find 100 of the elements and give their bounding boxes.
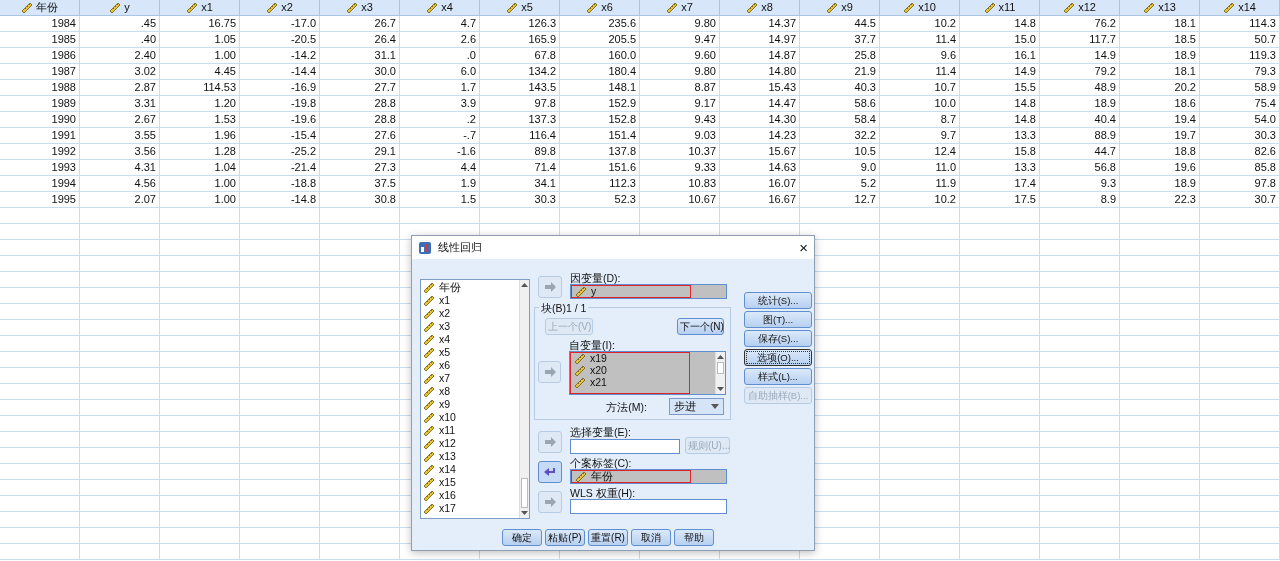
table-cell: -19.8 xyxy=(290,96,316,111)
column-header[interactable]: x2 xyxy=(240,0,320,16)
dialog-button[interactable]: 重置(R) xyxy=(588,529,628,546)
variable-field[interactable] xyxy=(570,499,727,514)
column-header[interactable]: x14 xyxy=(1200,0,1280,16)
table-cell: 1.05 xyxy=(214,32,236,47)
table-cell: 117.7 xyxy=(1089,32,1116,47)
ruler-icon xyxy=(423,346,435,359)
option-button[interactable]: 保存(S)... xyxy=(744,330,812,347)
table-cell: -19.6 xyxy=(290,112,316,127)
variable-list[interactable]: 年份 x1 x2 x3 x4 x5 x6 x7 x8 x9 x10 x11 x12 x13 x14 x15 x16 x17 xyxy=(420,279,530,519)
close-icon[interactable]: × xyxy=(799,240,808,255)
ruler-icon xyxy=(666,1,679,14)
table-cell: 44.7 xyxy=(1094,144,1116,159)
scroll-down-icon[interactable] xyxy=(717,387,724,391)
table-cell: 1.20 xyxy=(214,96,236,111)
option-button[interactable]: 样式(L)... xyxy=(744,368,812,385)
table-cell: 34.1 xyxy=(534,176,556,191)
table-cell: 14.9 xyxy=(1014,64,1036,79)
variable-field[interactable]: 年份 xyxy=(570,469,727,484)
arrow-button[interactable] xyxy=(538,461,562,483)
table-cell: 4.45 xyxy=(214,64,236,79)
table-cell: 4.4 xyxy=(460,160,476,175)
column-header[interactable]: x13 xyxy=(1120,0,1200,16)
method-dropdown[interactable]: 步进 xyxy=(669,398,724,415)
table-cell: 52.3 xyxy=(614,192,636,207)
table-cell: 1.53 xyxy=(214,112,236,127)
column-header[interactable]: x11 xyxy=(960,0,1040,16)
option-button[interactable]: 图(T)... xyxy=(744,311,812,328)
column-header[interactable]: y xyxy=(80,0,160,16)
table-cell: 26.7 xyxy=(374,16,396,31)
dialog-button[interactable]: 粘贴(P) xyxy=(545,529,585,546)
table-cell: 119.3 xyxy=(1249,48,1276,63)
table-cell: 16.07 xyxy=(768,176,796,191)
table-cell: .2 xyxy=(466,112,476,127)
field-item[interactable]: y xyxy=(591,284,597,300)
table-cell: 4.31 xyxy=(134,160,156,175)
column-header[interactable]: x1 xyxy=(160,0,240,16)
ruler-icon xyxy=(423,333,435,346)
table-cell: 21.9 xyxy=(854,64,876,79)
scrollbar[interactable] xyxy=(715,352,725,394)
scroll-up-icon[interactable] xyxy=(717,355,724,359)
column-header[interactable]: x10 xyxy=(880,0,960,16)
table-cell: 17.4 xyxy=(1014,176,1036,191)
field-item[interactable]: 年份 xyxy=(591,469,613,485)
scrollbar[interactable] xyxy=(519,280,529,518)
ruler-icon xyxy=(266,1,279,14)
table-cell: 14.80 xyxy=(768,64,796,79)
dialog-button[interactable]: 取消 xyxy=(631,529,671,546)
dialog-button[interactable]: 帮助 xyxy=(674,529,714,546)
table-cell: 1.9 xyxy=(460,176,476,191)
arrow-icon xyxy=(543,436,557,448)
field-label: 选择变量(E): xyxy=(570,426,632,438)
variable-field[interactable]: y xyxy=(570,284,727,299)
scroll-down-icon[interactable] xyxy=(521,511,528,515)
scroll-up-icon[interactable] xyxy=(521,283,528,287)
table-cell: 18.9 xyxy=(1174,176,1196,191)
table-cell: 18.1 xyxy=(1174,16,1196,31)
table-cell: 89.8 xyxy=(534,144,556,159)
column-header[interactable]: x6 xyxy=(560,0,640,16)
column-header[interactable]: x5 xyxy=(480,0,560,16)
table-cell: 116.4 xyxy=(529,128,556,143)
table-cell: 16.75 xyxy=(208,16,236,31)
table-cell: 9.0 xyxy=(860,160,876,175)
column-header[interactable]: x9 xyxy=(800,0,880,16)
table-cell: 14.8 xyxy=(1014,16,1036,31)
option-button[interactable]: 选项(O)... xyxy=(744,349,812,366)
column-header[interactable]: x12 xyxy=(1040,0,1120,16)
table-cell: 12.7 xyxy=(854,192,876,207)
table-cell: 10.2 xyxy=(934,16,956,31)
option-button[interactable]: 统计(S)... xyxy=(744,292,812,309)
column-header[interactable]: x8 xyxy=(720,0,800,16)
table-cell: 22.3 xyxy=(1174,192,1196,207)
table-cell: 6.0 xyxy=(460,64,476,79)
table-cell: 31.1 xyxy=(374,48,396,63)
table-cell: 17.5 xyxy=(1014,192,1036,207)
scrollbar-thumb[interactable] xyxy=(717,362,724,374)
column-header[interactable]: x4 xyxy=(400,0,480,16)
dialog-button[interactable]: 确定 xyxy=(502,529,542,546)
arrow-icon xyxy=(542,366,557,378)
variable-field[interactable] xyxy=(570,439,680,454)
ruler-icon xyxy=(346,1,359,14)
next-button[interactable]: 下一个(N) xyxy=(677,318,724,335)
column-header[interactable]: 年份 xyxy=(0,0,80,16)
table-cell: 126.3 xyxy=(528,16,556,31)
table-cell: 82.6 xyxy=(1254,144,1276,159)
table-cell: 67.8 xyxy=(534,48,556,63)
column-header[interactable]: x7 xyxy=(640,0,720,16)
table-cell: 9.6 xyxy=(940,48,956,63)
table-cell: 10.67 xyxy=(688,192,716,207)
scrollbar-thumb[interactable] xyxy=(521,478,528,508)
ruler-icon xyxy=(423,476,435,489)
ruler-icon xyxy=(426,1,439,14)
table-cell: 148.1 xyxy=(608,80,636,95)
table-cell: 205.5 xyxy=(608,32,636,47)
variable-field[interactable]: x19 x20 x21 xyxy=(569,351,726,395)
table-cell: 14.47 xyxy=(768,96,796,111)
column-header[interactable]: x3 xyxy=(320,0,400,16)
table-cell: 14.30 xyxy=(768,112,796,127)
table-cell: 15.0 xyxy=(1014,32,1036,47)
